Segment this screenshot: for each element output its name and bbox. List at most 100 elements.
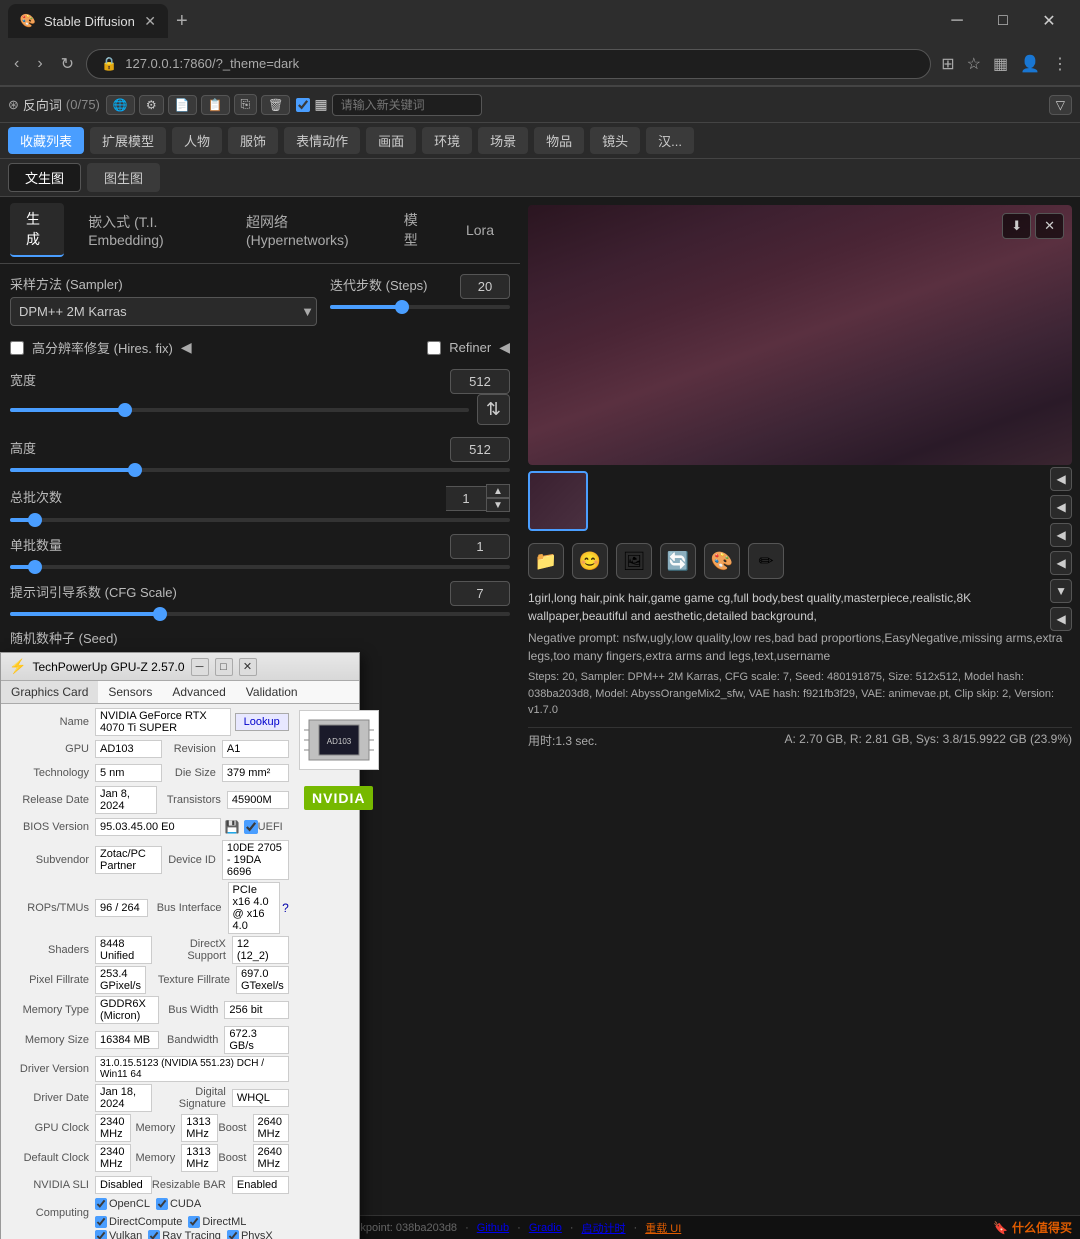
thumbnail-1[interactable] [528, 471, 588, 531]
batch-count-down-btn[interactable]: ▼ [486, 498, 510, 512]
steps-slider-thumb[interactable] [395, 300, 409, 314]
side-action-4[interactable]: ◀ [1050, 551, 1072, 575]
height-input[interactable] [450, 437, 510, 462]
tag-favorites[interactable]: 收藏列表 [8, 127, 84, 154]
gpuz-menu-sensors[interactable]: Sensors [98, 681, 162, 703]
menu-icon[interactable]: ⋮ [1048, 50, 1072, 78]
tag-expand-model[interactable]: 扩展模型 [90, 127, 166, 154]
gpuz-help-icon[interactable]: ? [282, 901, 289, 915]
back-btn[interactable]: ‹ [8, 51, 25, 77]
gpuz-lookup-btn[interactable]: Lookup [235, 713, 289, 731]
reload-btn[interactable]: ↻ [55, 50, 80, 78]
side-action-1[interactable]: ◀ [1050, 467, 1072, 491]
image-download-btn[interactable]: ⬇ [1002, 213, 1031, 239]
gpuz-opencl-check[interactable] [95, 1198, 107, 1210]
gpuz-save-icon[interactable]: 💾 [221, 820, 244, 834]
expand-btn[interactable]: ▽ [1049, 95, 1072, 115]
batch-size-input[interactable] [450, 534, 510, 559]
github-link[interactable]: Github [477, 1222, 509, 1234]
active-tab[interactable]: 🎨 Stable Diffusion ✕ [8, 4, 168, 38]
tag-painting[interactable]: 画面 [366, 127, 416, 154]
gpuz-menu-validation[interactable]: Validation [236, 681, 308, 703]
url-bar[interactable]: 🔒 127.0.0.1:7860/?_theme=dark [86, 49, 931, 79]
palette-action-btn[interactable]: 🎨 [704, 543, 740, 579]
refiner-arrow-btn[interactable]: ◀ [499, 339, 510, 356]
cfg-input[interactable] [450, 581, 510, 606]
tag-clothing[interactable]: 服饰 [228, 127, 278, 154]
side-action-2[interactable]: ◀ [1050, 495, 1072, 519]
batch-count-up-btn[interactable]: ▲ [486, 484, 510, 498]
gpuz-minimize-btn[interactable]: ─ [191, 658, 209, 676]
keyword-checkbox[interactable] [296, 98, 310, 112]
gpuz-menu-graphics-card[interactable]: Graphics Card [1, 681, 98, 703]
tab-embedding[interactable]: 嵌入式 (T.I. Embedding) [72, 206, 222, 254]
gpuz-cuda-check[interactable] [156, 1198, 168, 1210]
gpuz-close-btn[interactable]: ✕ [239, 658, 257, 676]
mode-tabs: 文生图 图生图 [0, 159, 1080, 197]
tag-objects[interactable]: 物品 [534, 127, 584, 154]
side-action-6[interactable]: ◀ [1050, 607, 1072, 631]
tag-environment[interactable]: 环境 [422, 127, 472, 154]
tab-lora[interactable]: Lora [450, 216, 510, 244]
refresh-action-btn[interactable]: 🔄 [660, 543, 696, 579]
tab-generate[interactable]: 生成 [10, 203, 64, 257]
batch-size-slider-thumb[interactable] [28, 560, 42, 574]
width-slider-thumb[interactable] [118, 403, 132, 417]
gradio-link[interactable]: Gradio [529, 1222, 562, 1234]
height-label: 高度 [10, 438, 36, 457]
translate-icon[interactable]: ⊞ [937, 50, 958, 78]
side-action-5[interactable]: ▼ [1050, 579, 1072, 603]
close-btn[interactable]: ✕ [1026, 5, 1072, 37]
new-tab-btn[interactable]: + [168, 10, 196, 33]
batch-count-row: 总批次数 1 ▲ ▼ [10, 484, 510, 522]
refiner-checkbox[interactable] [427, 341, 441, 355]
clipboard-icon-btn[interactable]: 📋 [201, 95, 230, 115]
timer-link[interactable]: 启动计时 [582, 1220, 626, 1236]
hires-checkbox[interactable] [10, 341, 24, 355]
emoji-action-btn[interactable]: 😊 [572, 543, 608, 579]
minimize-btn[interactable]: ─ [934, 5, 980, 37]
tag-lens[interactable]: 镜头 [590, 127, 640, 154]
batch-count-slider-thumb[interactable] [28, 513, 42, 527]
width-input[interactable] [450, 369, 510, 394]
tab-hypernetworks[interactable]: 超网络 (Hypernetworks) [230, 206, 380, 254]
gpuz-directml-check[interactable] [188, 1216, 200, 1228]
restore-btn[interactable]: □ [980, 5, 1026, 37]
folder-action-btn[interactable]: 📁 [528, 543, 564, 579]
tab-model[interactable]: 模型 [388, 204, 442, 256]
edit-action-btn[interactable]: ✏ [748, 543, 784, 579]
tag-scene[interactable]: 场景 [478, 127, 528, 154]
gpuz-dig-sig-label: Digital Signature [152, 1086, 232, 1110]
hires-arrow-btn[interactable]: ◀ [181, 339, 192, 356]
gpuz-directcompute-check[interactable] [95, 1216, 107, 1228]
globe-icon-btn[interactable]: 🌐 [106, 95, 135, 115]
reader-icon[interactable]: ▦ [989, 50, 1012, 78]
swap-dimensions-btn[interactable]: ⇅ [477, 394, 510, 425]
tag-person[interactable]: 人物 [172, 127, 222, 154]
brand-name: 什么值得买 [1012, 1219, 1072, 1236]
height-slider-thumb[interactable] [128, 463, 142, 477]
image-close-btn[interactable]: ✕ [1035, 213, 1064, 239]
side-action-3[interactable]: ◀ [1050, 523, 1072, 547]
steps-input[interactable] [460, 274, 510, 299]
doc-icon-btn[interactable]: 📄 [168, 95, 197, 115]
cfg-slider-thumb[interactable] [153, 607, 167, 621]
delete-icon-btn[interactable]: 🗑 [261, 95, 290, 115]
profile-icon[interactable]: 👤 [1016, 50, 1044, 78]
gpuz-menu-advanced[interactable]: Advanced [162, 681, 235, 703]
reload-link[interactable]: 重载 UI [645, 1220, 681, 1236]
tag-chinese[interactable]: 汉... [646, 127, 694, 154]
tab-close-btn[interactable]: ✕ [144, 13, 156, 30]
keyword-input[interactable] [332, 94, 482, 116]
image-action-btn[interactable]: 🖼 [616, 543, 652, 579]
copy-icon-btn[interactable]: ⎘ [234, 94, 258, 115]
tag-expression[interactable]: 表情动作 [284, 127, 360, 154]
gpuz-uefi-checkbox[interactable] [244, 820, 258, 834]
favorite-icon[interactable]: ☆ [963, 50, 985, 78]
forward-btn[interactable]: › [31, 51, 48, 77]
tab-text-img[interactable]: 文生图 [8, 163, 81, 192]
gpuz-restore-btn[interactable]: □ [215, 658, 233, 676]
tab-img-img[interactable]: 图生图 [87, 163, 160, 192]
sampler-select[interactable]: DPM++ 2M Karras [10, 297, 317, 326]
gear-icon-btn[interactable]: ⚙ [139, 95, 164, 115]
